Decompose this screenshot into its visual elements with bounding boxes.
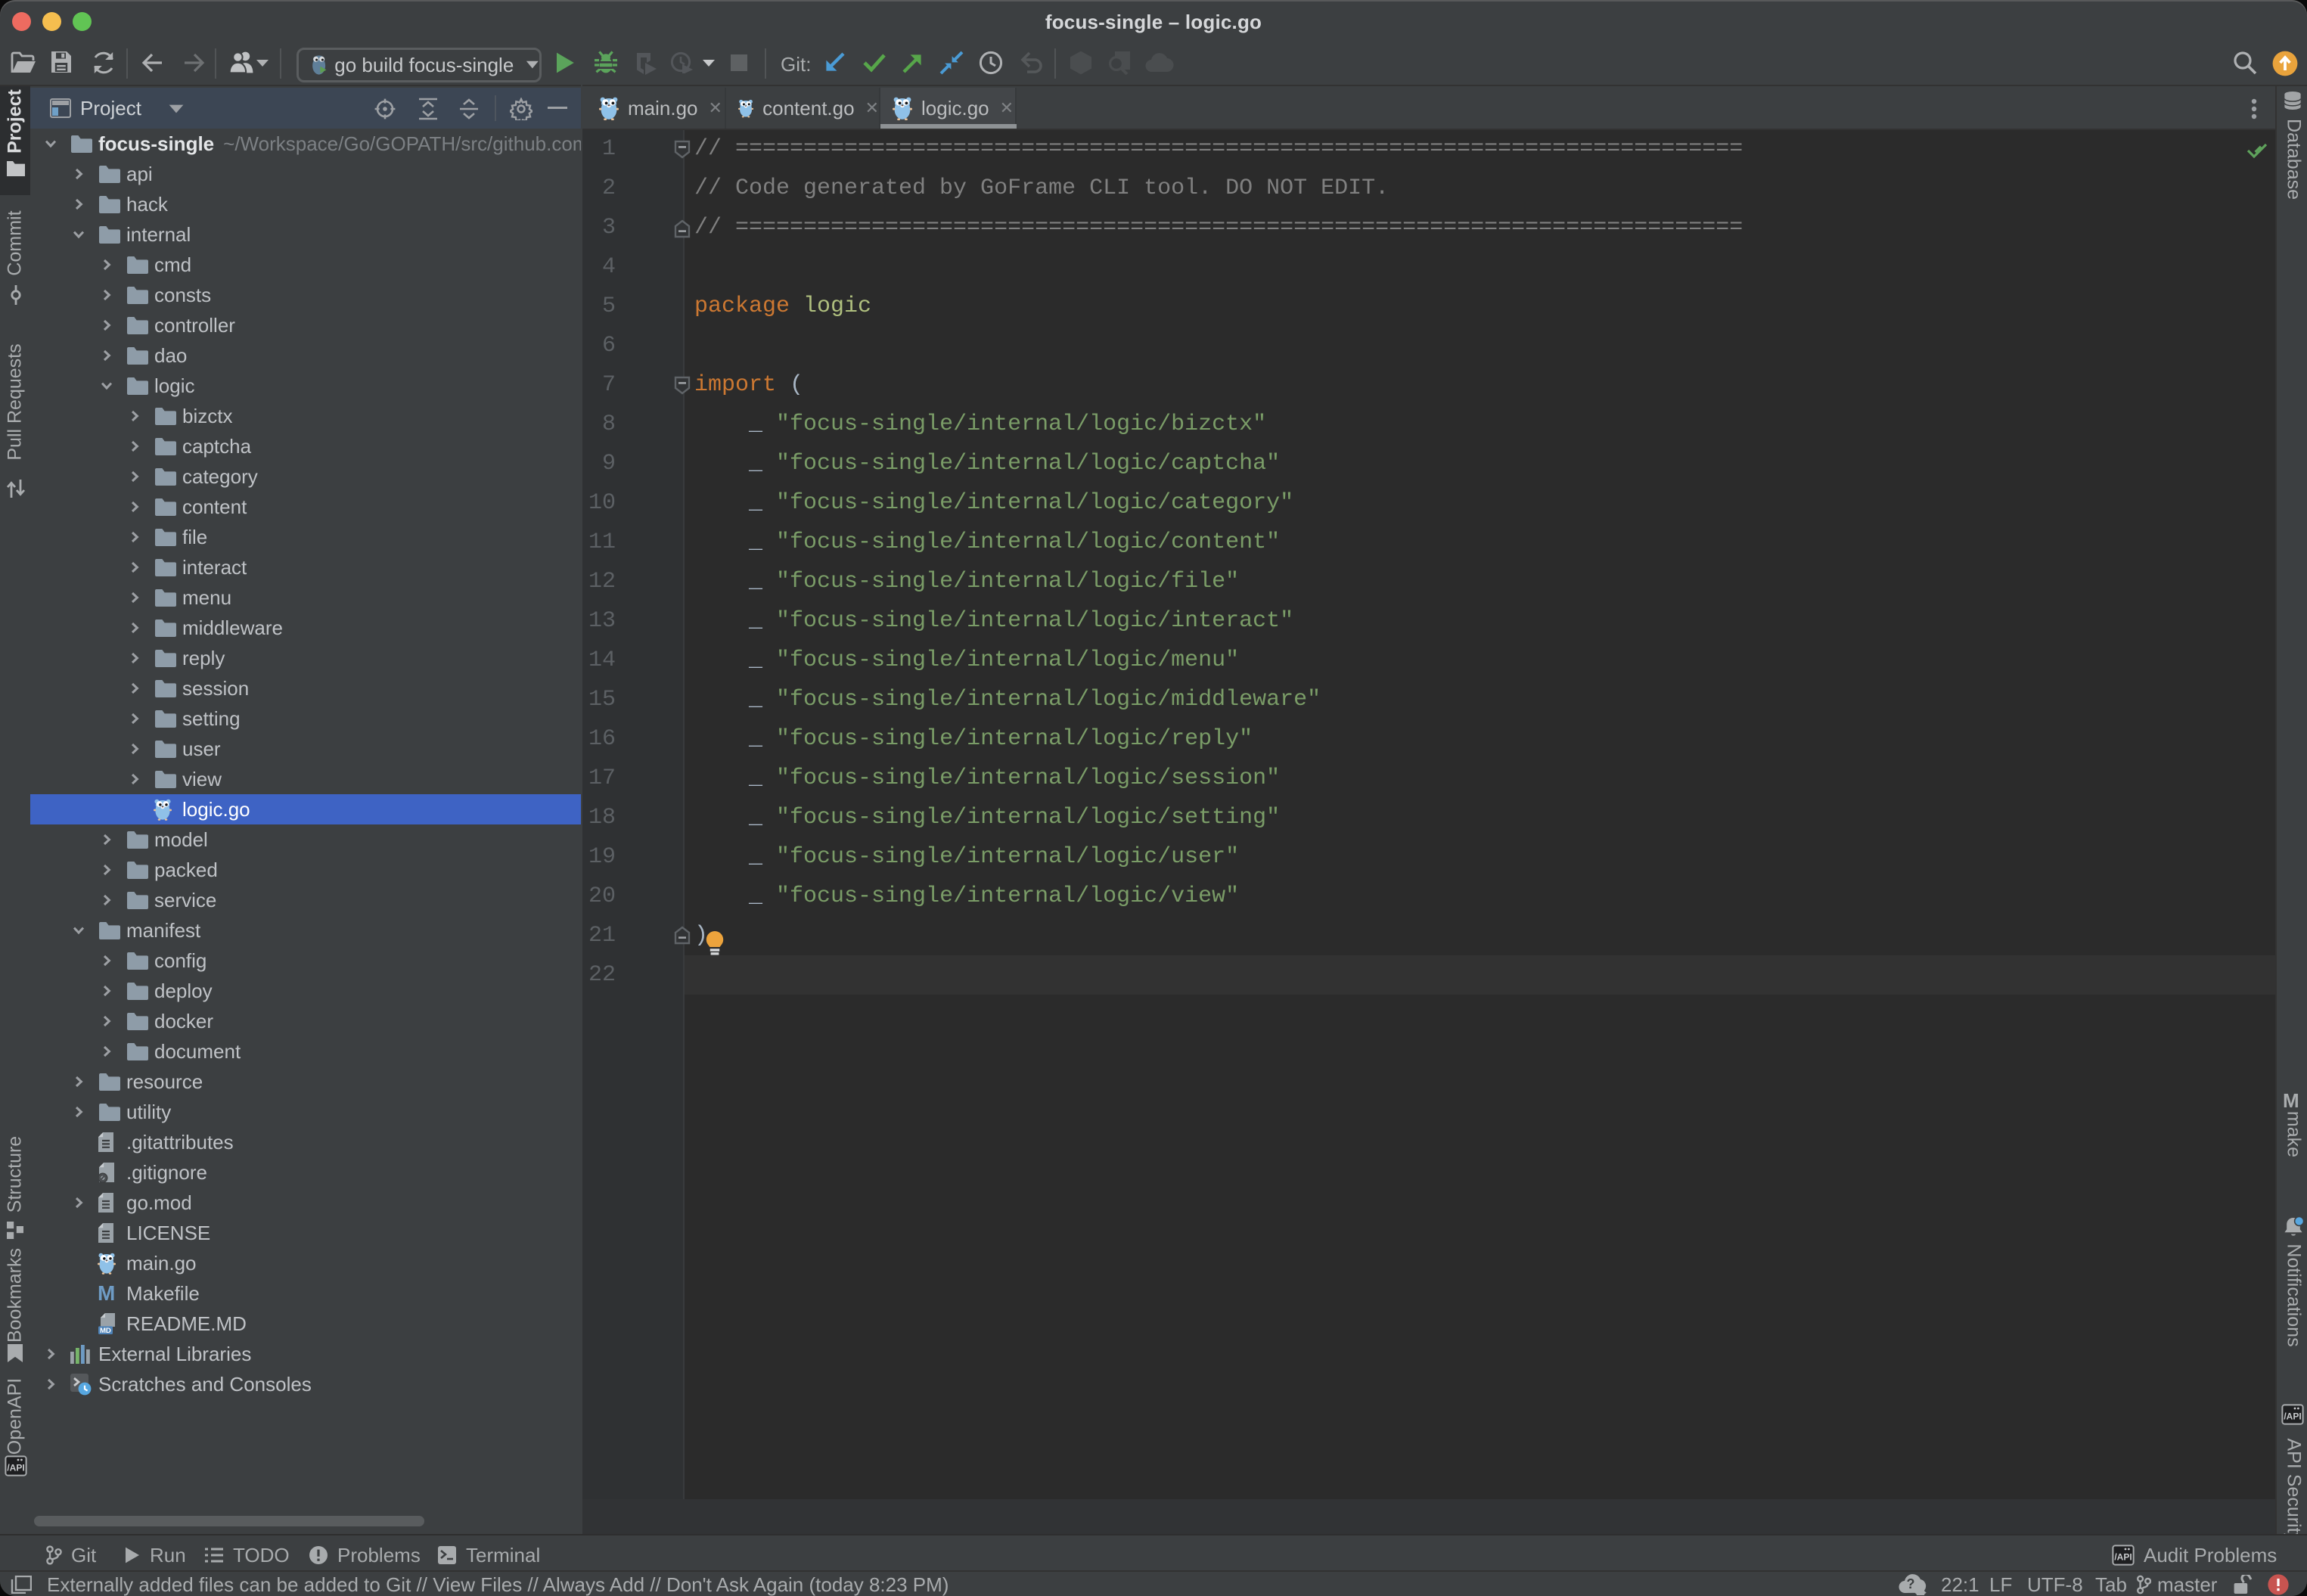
svg-text:/API: /API bbox=[2114, 1551, 2132, 1562]
svg-text:/API: /API bbox=[7, 1462, 24, 1473]
svg-text:MD: MD bbox=[100, 1327, 111, 1335]
svg-text:/API: /API bbox=[2284, 1411, 2301, 1421]
svg-text:?: ? bbox=[1907, 1576, 1915, 1591]
